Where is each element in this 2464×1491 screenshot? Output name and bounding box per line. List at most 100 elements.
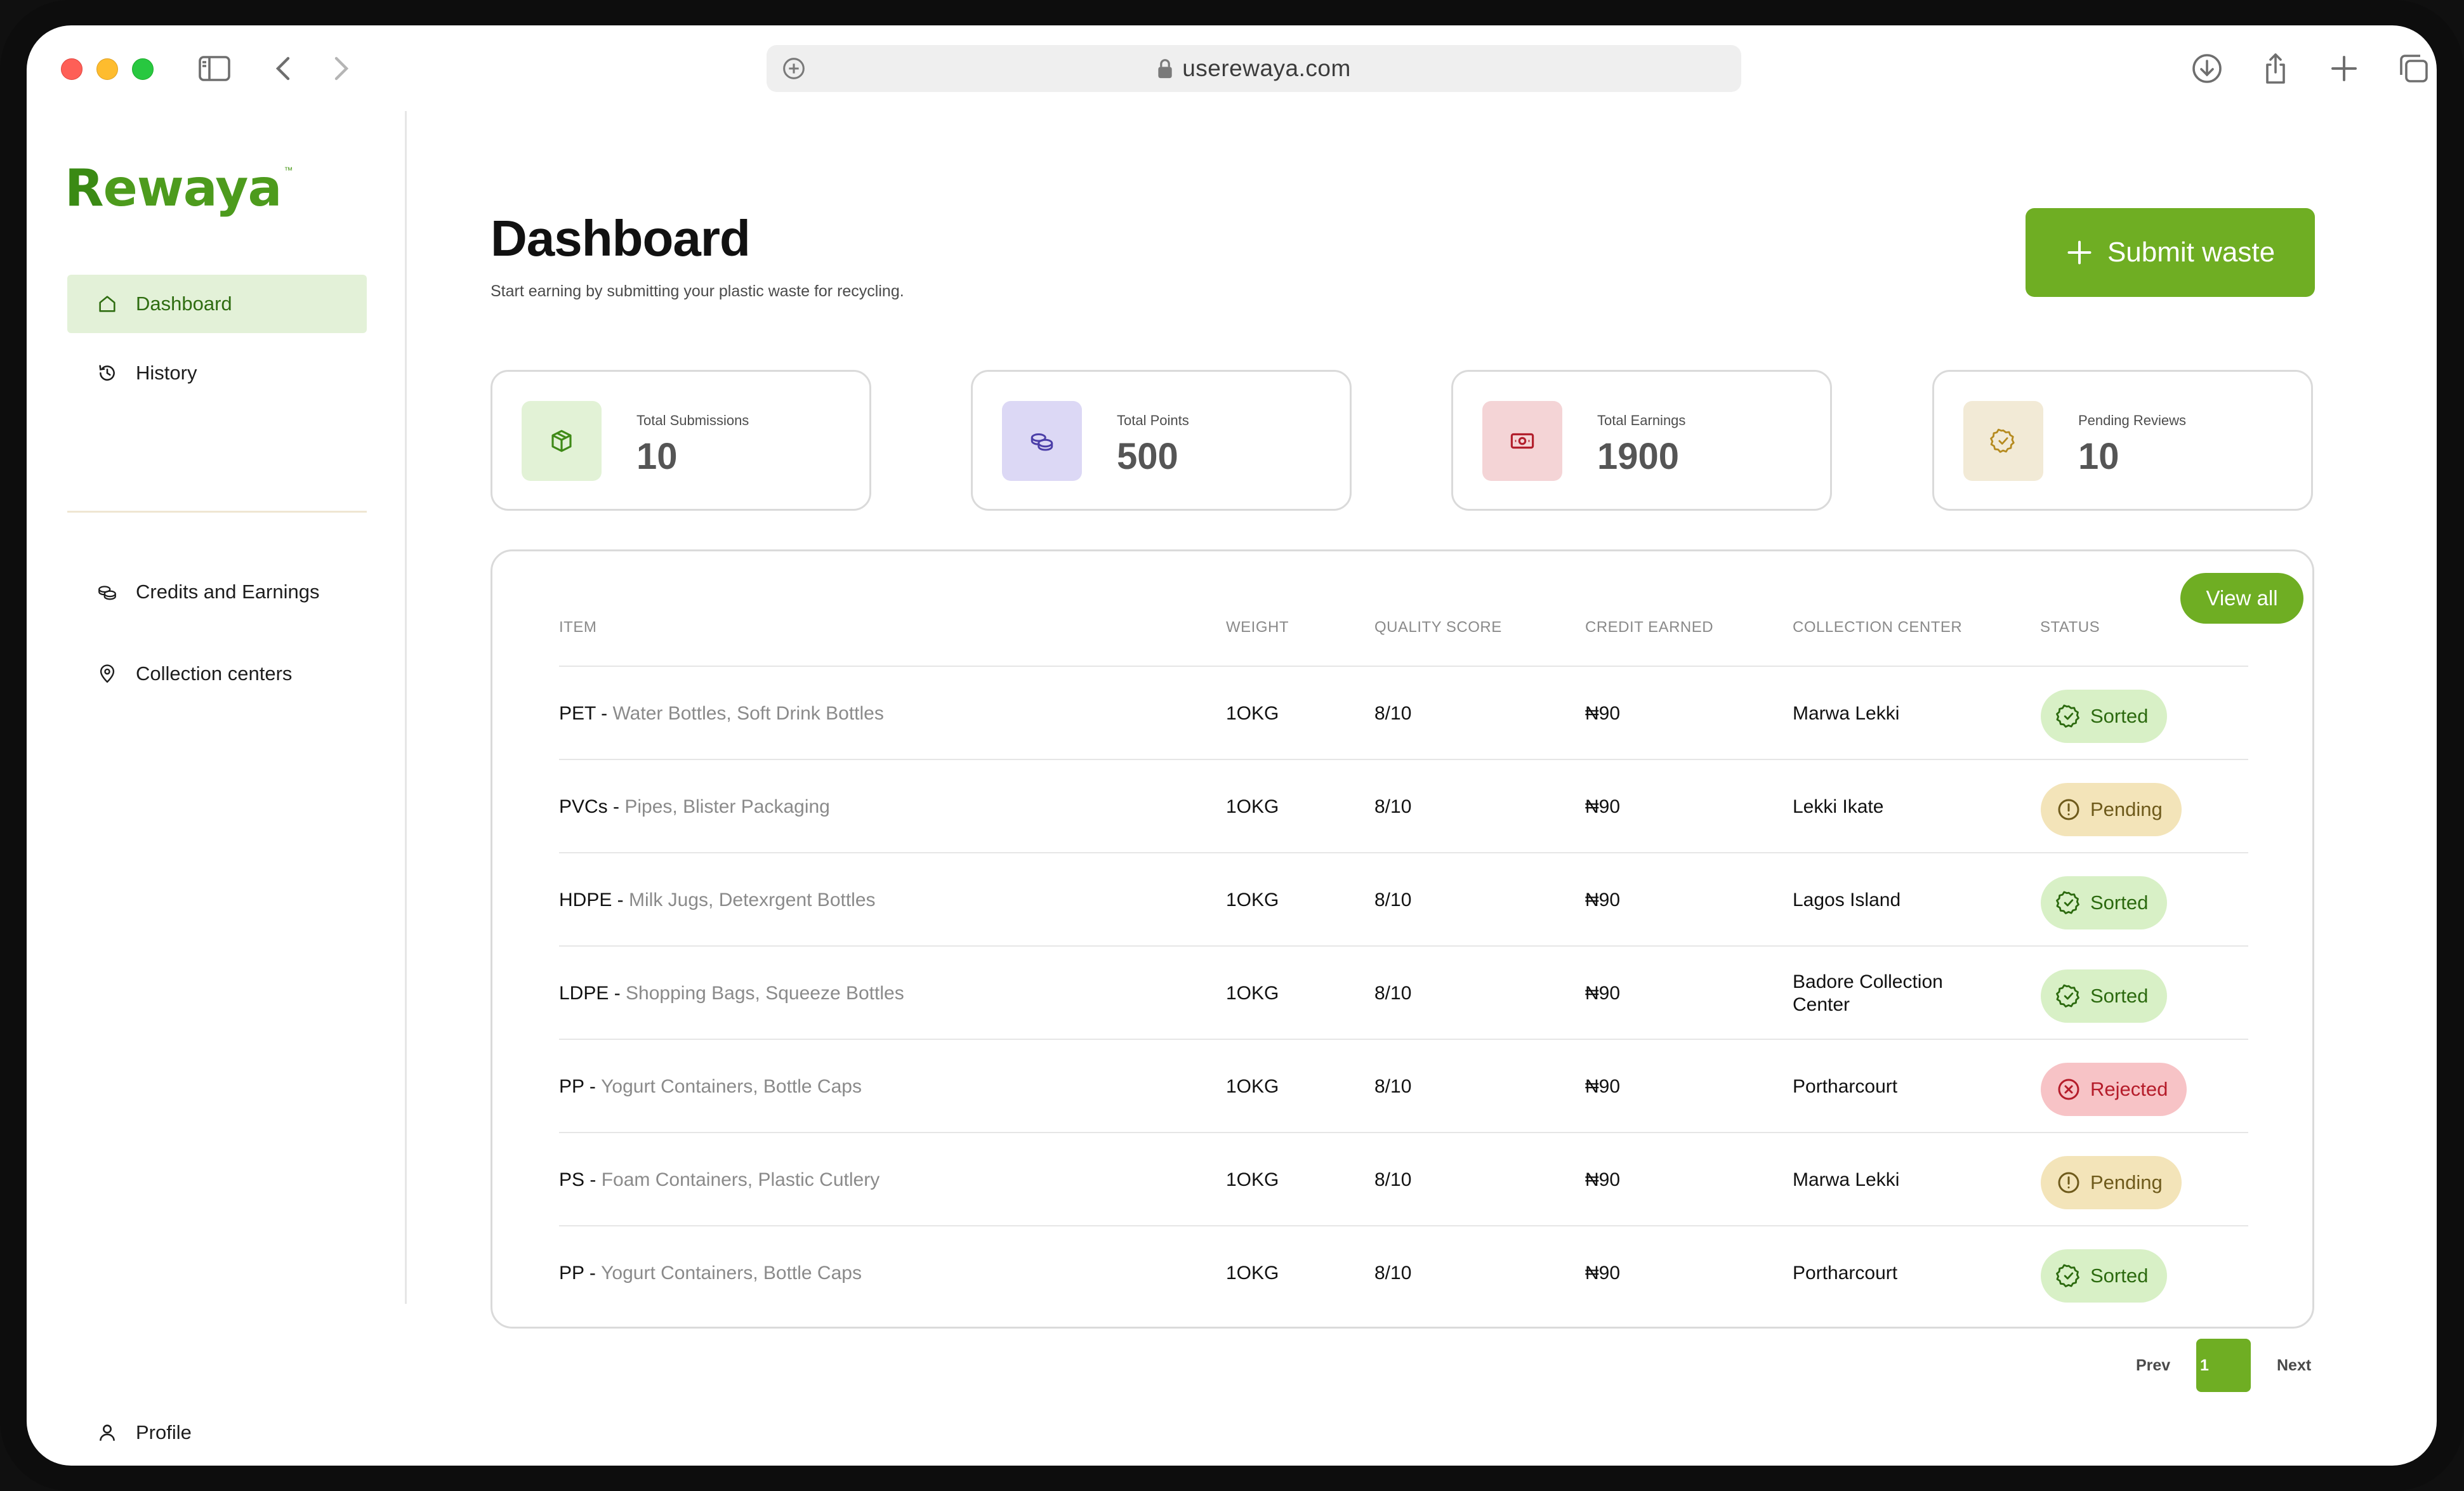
item-description: Pipes, Blister Packaging (624, 796, 830, 817)
item-cell: PS - Foam Containers, Plastic Cutlery (559, 1133, 880, 1226)
item-code: PVCs - (559, 796, 620, 817)
url-text: userewaya.com (1182, 55, 1351, 81)
sidebar-item-history[interactable]: History (67, 344, 367, 402)
download-icon[interactable] (2183, 44, 2231, 93)
quality-cell: 8/10 (1374, 702, 1412, 724)
table-row[interactable]: PP - Yogurt Containers, Bottle Caps 1OKG… (559, 1225, 2248, 1320)
quality-cell: 8/10 (1374, 982, 1412, 1004)
tab-overview-icon[interactable] (2390, 44, 2437, 93)
table-row[interactable]: PP - Yogurt Containers, Bottle Caps 1OKG… (559, 1039, 2248, 1133)
status-text: Pending (2090, 1171, 2163, 1193)
zoom-window-button[interactable] (132, 58, 154, 80)
next-page-button[interactable]: Next (2273, 1339, 2315, 1392)
submissions-table: ITEM WEIGHT QUALITY SCORE CREDIT EARNED … (491, 549, 2314, 1329)
item-description: Foam Containers, Plastic Cutlery (601, 1169, 880, 1190)
column-header-center: COLLECTION CENTER (1793, 619, 1963, 636)
stat-label: Total Submissions (636, 412, 749, 428)
item-cell: PET - Water Bottles, Soft Drink Bottles (559, 667, 884, 760)
stat-card-total-earnings: Total Earnings 1900 (1451, 370, 1832, 511)
back-icon[interactable] (260, 44, 308, 93)
page-1-button[interactable]: 1 (2196, 1339, 2251, 1392)
logo-trademark: ™ (284, 165, 293, 175)
stat-card-total-submissions: Total Submissions 10 (491, 370, 871, 511)
quality-cell: 8/10 (1374, 796, 1412, 817)
center-cell: Portharcourt (1793, 1075, 1898, 1097)
sidebar-item-dashboard[interactable]: Dashboard (67, 275, 367, 333)
status-badge: Pending (2041, 783, 2182, 836)
status-text: Sorted (2090, 1264, 2149, 1287)
stat-card-pending-reviews: Pending Reviews 10 (1932, 370, 2313, 511)
item-code: PP - (559, 1075, 596, 1097)
minimize-window-button[interactable] (96, 58, 118, 80)
table-row[interactable]: HDPE - Milk Jugs, Detexrgent Bottles 1OK… (559, 852, 2248, 947)
column-header-status: STATUS (2040, 619, 2100, 636)
share-icon[interactable] (2251, 44, 2300, 93)
credit-cell: ₦90 (1585, 702, 1621, 724)
stat-value: 10 (2078, 436, 2119, 477)
stat-value: 1900 (1597, 436, 1680, 477)
lock-icon (1158, 59, 1172, 79)
status-badge: Sorted (2041, 876, 2168, 929)
item-description: Yogurt Containers, Bottle Caps (601, 1262, 862, 1284)
item-code: LDPE - (559, 982, 621, 1004)
cash-icon (1482, 401, 1562, 481)
rewaya-logo[interactable]: Rewaya ™ (65, 159, 293, 228)
item-code: PS - (559, 1169, 596, 1190)
sidebar-item-label: Dashboard (136, 292, 232, 315)
table-row[interactable]: PS - Foam Containers, Plastic Cutlery 1O… (559, 1132, 2248, 1226)
center-cell: Marwa Lekki (1793, 1169, 1900, 1190)
quality-cell: 8/10 (1374, 1169, 1412, 1190)
sidebar-item-collection-centers[interactable]: Collection centers (67, 645, 367, 703)
badge-check-icon (2056, 704, 2079, 728)
sidebar-item-profile[interactable]: Profile (67, 1403, 367, 1462)
forward-icon[interactable] (316, 44, 364, 93)
address-bar[interactable]: userewaya.com (767, 45, 1741, 92)
sidebar-item-credits[interactable]: Credits and Earnings (67, 563, 367, 621)
stat-label: Pending Reviews (2078, 412, 2186, 428)
badge-check-icon (2056, 984, 2079, 1008)
status-text: Rejected (2090, 1078, 2168, 1100)
logo-wordmark: ewaya (103, 159, 282, 218)
item-cell: PP - Yogurt Containers, Bottle Caps (559, 1226, 862, 1320)
item-cell: LDPE - Shopping Bags, Squeeze Bottles (559, 947, 904, 1040)
x-circle-icon (2058, 1079, 2079, 1100)
quality-cell: 8/10 (1374, 1075, 1412, 1097)
table-row[interactable]: LDPE - Shopping Bags, Squeeze Bottles 1O… (559, 945, 2248, 1040)
table-row[interactable]: PET - Water Bottles, Soft Drink Bottles … (559, 666, 2248, 760)
status-text: Sorted (2090, 891, 2149, 914)
submit-waste-button[interactable]: Submit waste (2026, 208, 2315, 297)
new-tab-icon[interactable] (2320, 44, 2368, 93)
weight-cell: 1OKG (1226, 889, 1279, 910)
alert-circle-icon (2058, 1172, 2079, 1193)
status-badge: Rejected (2041, 1063, 2187, 1116)
item-description: Water Bottles, Soft Drink Bottles (612, 702, 884, 724)
stat-value: 10 (636, 436, 678, 477)
weight-cell: 1OKG (1226, 1262, 1279, 1284)
credit-cell: ₦90 (1585, 796, 1621, 817)
browser-window: userewaya.com Rewaya ™ Dashboard History … (27, 25, 2437, 1466)
column-header-quality: QUALITY SCORE (1374, 619, 1502, 636)
item-cell: PP - Yogurt Containers, Bottle Caps (559, 1040, 862, 1133)
prev-page-button[interactable]: Prev (2132, 1339, 2174, 1392)
sidebar-item-label: Profile (136, 1421, 192, 1443)
center-cell: Lekki Ikate (1793, 796, 1884, 817)
close-window-button[interactable] (61, 58, 82, 80)
status-badge: Sorted (2041, 690, 2168, 743)
coins-icon (98, 586, 116, 600)
credit-cell: ₦90 (1585, 1169, 1621, 1190)
center-cell: Portharcourt (1793, 1262, 1898, 1284)
sidebar-item-label: Collection centers (136, 662, 293, 685)
browser-toolbar: userewaya.com (27, 25, 2437, 108)
table-row[interactable]: PVCs - Pipes, Blister Packaging 1OKG 8/1… (559, 759, 2248, 853)
status-text: Pending (2090, 798, 2163, 820)
credit-cell: ₦90 (1585, 1075, 1621, 1097)
credit-cell: ₦90 (1585, 889, 1621, 910)
view-all-button[interactable]: View all (2180, 573, 2303, 624)
item-description: Yogurt Containers, Bottle Caps (601, 1075, 862, 1097)
sidebar-toggle-icon[interactable] (190, 44, 239, 93)
badge-check-icon (1963, 401, 2043, 481)
status-badge: Sorted (2041, 1249, 2168, 1303)
quality-cell: 8/10 (1374, 1262, 1412, 1284)
status-text: Sorted (2090, 705, 2149, 727)
sidebar-item-label: Credits and Earnings (136, 581, 320, 603)
